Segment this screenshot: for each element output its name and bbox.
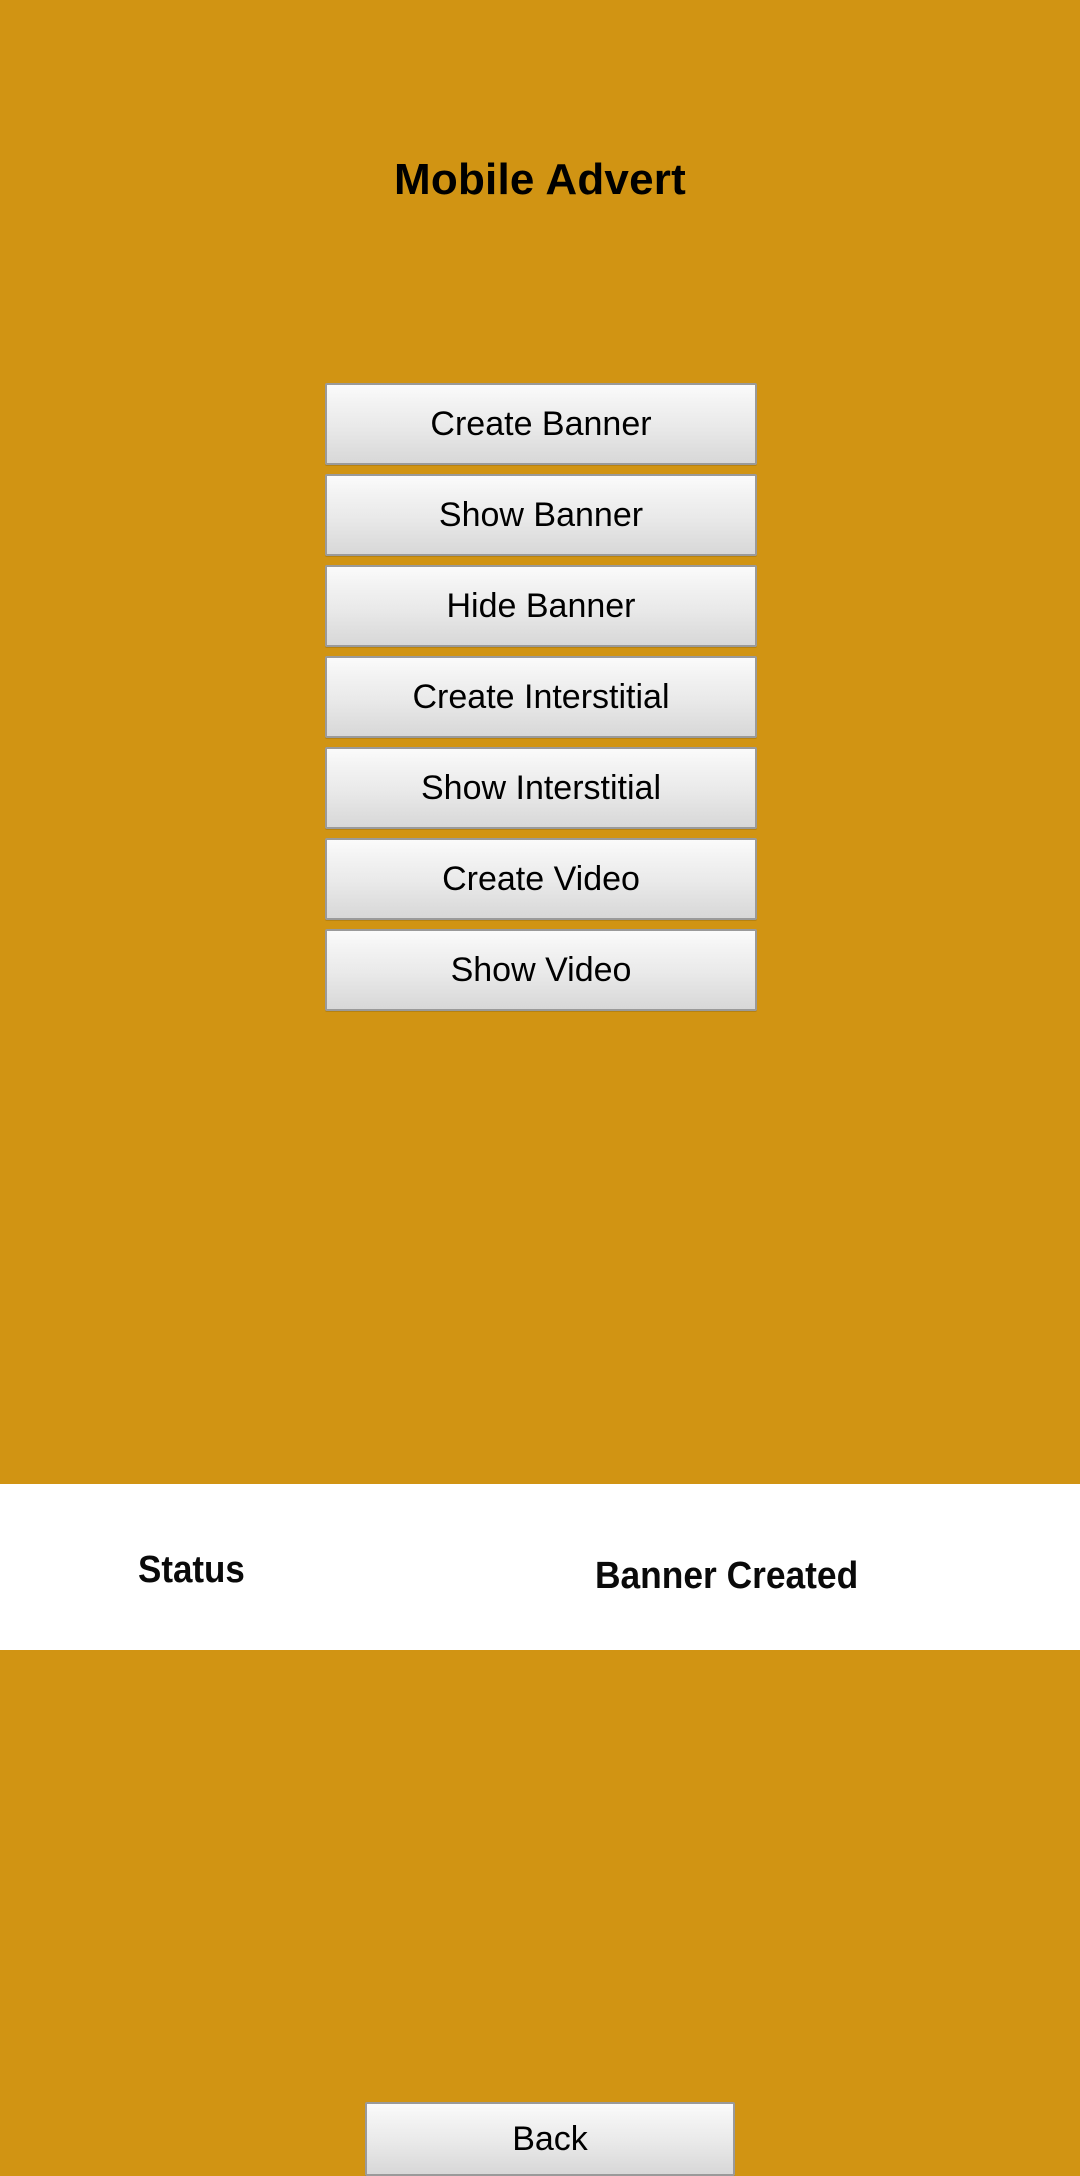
hide-banner-button[interactable]: Hide Banner [325,565,757,647]
status-panel: Status Banner Created [0,1484,1080,1650]
create-interstitial-button[interactable]: Create Interstitial [325,656,757,738]
footer-area: Back [0,1650,1080,2176]
status-label: Status [138,1549,245,1591]
status-value: Banner Created [595,1555,859,1597]
show-banner-button[interactable]: Show Banner [325,474,757,556]
show-video-button[interactable]: Show Video [325,929,757,1011]
main-content-area: Mobile Advert Create Banner Show Banner … [0,0,1080,1484]
action-button-list: Create Banner Show Banner Hide Banner Cr… [325,383,757,1011]
app-screen: Mobile Advert Create Banner Show Banner … [0,0,1080,2176]
create-banner-button[interactable]: Create Banner [325,383,757,465]
page-title: Mobile Advert [394,155,686,204]
show-interstitial-button[interactable]: Show Interstitial [325,747,757,829]
back-button[interactable]: Back [365,2102,735,2176]
create-video-button[interactable]: Create Video [325,838,757,920]
